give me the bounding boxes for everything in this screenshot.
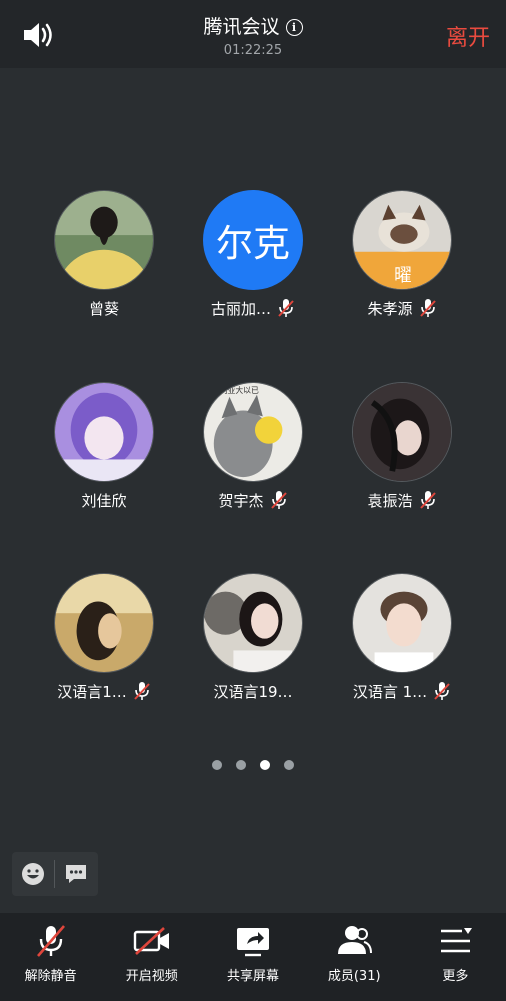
info-icon[interactable]: i xyxy=(285,19,303,36)
avatar-photo xyxy=(353,383,451,481)
participant-name: 曾葵 xyxy=(88,299,119,318)
avatar xyxy=(54,190,154,290)
participant-tile[interactable]: 尔克 古丽加… xyxy=(178,190,328,330)
avatar: 尼利亚大以已 xyxy=(203,382,303,482)
participant-tile[interactable]: 曾葵 xyxy=(29,190,179,330)
share-screen-label: 共享屏幕 xyxy=(227,969,280,984)
participant-tile[interactable]: 汉语言 1… xyxy=(327,573,477,713)
avatar-photo xyxy=(55,383,153,481)
participant-tile[interactable]: 刘佳欣 xyxy=(29,382,179,522)
participant-name-row: 汉语言 1… xyxy=(327,680,477,702)
participant-name: 汉语言19… xyxy=(213,682,293,701)
meeting-title-area: 腾讯会议 i xyxy=(0,12,506,39)
avatar xyxy=(352,382,452,482)
share-screen-button[interactable]: 共享屏幕 xyxy=(202,913,303,1001)
avatar: 曜 xyxy=(352,190,452,290)
share-screen-icon xyxy=(237,928,269,957)
emoji-icon[interactable] xyxy=(21,862,45,886)
participant-tile[interactable]: 袁振浩 xyxy=(327,382,477,522)
members-icon xyxy=(338,926,373,954)
avatar xyxy=(54,382,154,482)
avatar-photo xyxy=(55,574,153,672)
participant-name-row: 古丽加… xyxy=(178,297,328,319)
meeting-timer: 01:22:25 xyxy=(223,43,283,58)
mic-muted-icon xyxy=(419,299,436,317)
mic-muted-icon xyxy=(419,491,436,509)
mic-muted-icon xyxy=(278,299,294,317)
page-dot[interactable] xyxy=(212,760,222,770)
participant-name: 古丽加… xyxy=(210,299,271,318)
leave-button[interactable]: 离开 xyxy=(446,20,490,52)
chat-icon[interactable] xyxy=(64,862,88,886)
quick-actions xyxy=(12,852,98,896)
participant-name-row: 汉语言1… xyxy=(29,680,179,702)
participant-tile[interactable]: 曜 朱孝源 xyxy=(327,190,477,330)
more-label: 更多 xyxy=(442,969,469,984)
participant-name-row: 贺宇杰 xyxy=(178,489,328,511)
participant-tile[interactable]: 汉语言1… xyxy=(29,573,179,713)
unmute-label: 解除静音 xyxy=(24,969,77,984)
participant-name: 朱孝源 xyxy=(367,299,413,318)
divider xyxy=(54,860,55,888)
page-dot-active[interactable] xyxy=(260,760,270,770)
mic-muted-icon xyxy=(134,682,150,700)
video-off-icon xyxy=(133,927,169,955)
members-label: 成员(31) xyxy=(327,969,381,984)
avatar-photo: 曜 xyxy=(353,191,451,289)
unmute-button[interactable]: 解除静音 xyxy=(0,913,101,1001)
avatar xyxy=(54,573,154,673)
participant-tile[interactable]: 尼利亚大以已 贺宇杰 xyxy=(178,382,328,522)
start-video-button[interactable]: 开启视频 xyxy=(101,913,202,1001)
page-indicator xyxy=(0,760,506,770)
participant-tile[interactable]: 汉语言19… xyxy=(178,573,328,713)
avatar-caption: 尼利亚大以已 xyxy=(212,385,259,395)
avatar: 尔克 xyxy=(203,190,303,290)
participant-name: 贺宇杰 xyxy=(218,491,264,510)
participant-name: 袁振浩 xyxy=(367,491,413,510)
more-menu-icon xyxy=(441,928,473,953)
avatar-photo xyxy=(353,574,451,672)
more-button[interactable]: 更多 xyxy=(405,913,506,1001)
mic-muted-icon xyxy=(434,682,450,700)
avatar-caption: 曜 xyxy=(394,266,412,286)
avatar xyxy=(352,573,452,673)
avatar-photo: 尼利亚大以已 xyxy=(204,383,302,481)
participant-name: 刘佳欣 xyxy=(81,491,127,510)
participant-name-row: 曾葵 xyxy=(29,297,179,319)
participant-name: 汉语言 1… xyxy=(352,682,428,701)
start-video-label: 开启视频 xyxy=(125,969,178,984)
avatar-photo xyxy=(55,191,153,289)
participant-name-row: 朱孝源 xyxy=(327,297,477,319)
avatar xyxy=(203,573,303,673)
participant-name: 汉语言1… xyxy=(57,682,127,701)
avatar-photo xyxy=(204,574,302,672)
page-dot[interactable] xyxy=(236,760,246,770)
top-bar: 腾讯会议 i 01:22:25 离开 xyxy=(0,0,506,68)
participant-name-row: 汉语言19… xyxy=(178,680,328,702)
participant-name-row: 袁振浩 xyxy=(327,489,477,511)
members-button[interactable]: 成员(31) xyxy=(304,913,405,1001)
mic-muted-icon xyxy=(36,925,65,957)
mic-muted-icon xyxy=(270,491,287,509)
meeting-title: 腾讯会议 xyxy=(203,16,280,38)
participant-name-row: 刘佳欣 xyxy=(29,489,179,511)
bottom-toolbar: 解除静音 开启视频 共享屏幕 成员(31) 更多 xyxy=(0,913,506,1001)
page-dot[interactable] xyxy=(284,760,294,770)
